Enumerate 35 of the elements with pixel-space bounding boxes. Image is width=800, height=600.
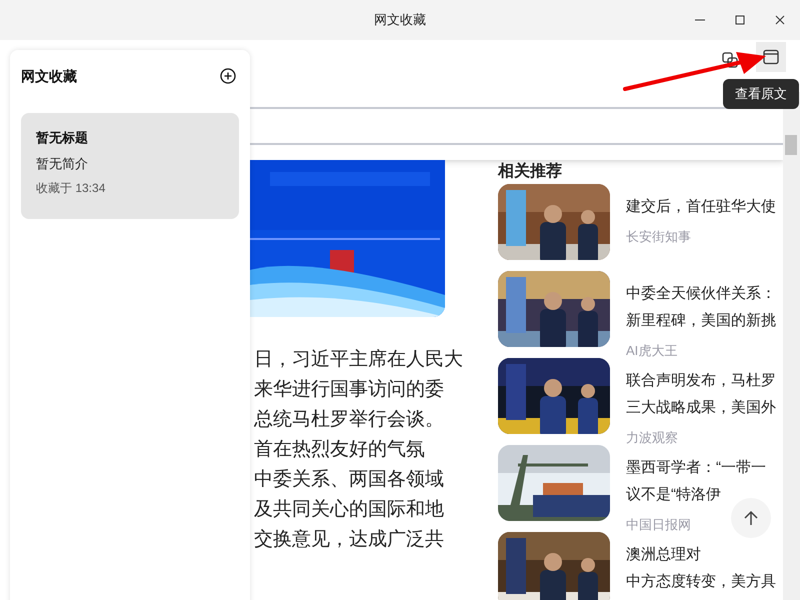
card-summary: 暂无简介 [36,154,89,172]
related-article-title[interactable]: 新里程碑，美国的新挑 [626,307,776,334]
related-article-title[interactable]: 中委全天候伙伴关系： [626,280,776,307]
sidebar-title: 网文收藏 [21,66,77,86]
related-article-title[interactable]: 三大战略成果，美国外 [626,394,776,421]
related-article-title[interactable]: 墨西哥学者：“一带一 [626,454,766,481]
article-source: 长安街知事 [626,228,691,246]
window-title: 网文收藏 [374,11,426,30]
article-text-line: 首在热烈友好的气氛 [254,438,426,462]
card-title: 暂无标题 [36,129,89,147]
scrollbar-thumb[interactable] [785,135,797,155]
article-text-line: 总统马杜罗举行会谈。 [254,408,445,432]
article-text-line: 交换意见，达成广泛共 [254,528,445,552]
article-text-line: 中委关系、两国各领域 [254,468,445,492]
scroll-to-top-button[interactable] [731,498,771,538]
up-arrow-icon [744,510,758,526]
card-time: 收藏于 13:34 [36,180,106,197]
article-text-line: 及共同关心的国际和地 [254,498,445,522]
related-article-title[interactable]: 澳洲总理对 [626,541,776,568]
article-text-line: 来华进行国事访问的委 [254,378,445,402]
section-heading: 相关推荐 [498,161,563,182]
article-source: 中国日报网 [626,516,691,534]
close-icon [775,15,785,25]
related-article-title[interactable]: 议不是“特洛伊 [626,481,766,508]
related-article-title[interactable]: 联合声明发布，马杜罗 [626,367,776,394]
related-article-title[interactable]: 建交后，首任驻华大使 [626,193,776,220]
browser-window-icon[interactable] [756,42,786,72]
tooltip: 查看原文 [723,79,799,109]
article-source: 力波观察 [626,429,678,447]
article-source: AI虎大王 [626,342,678,360]
add-icon[interactable] [220,68,236,84]
related-article-title[interactable]: 中方态度转变，美方具 [626,568,776,595]
saved-article-card[interactable]: 暂无标题 暂无简介 收藏于 13:34 [21,113,239,219]
maximize-icon [735,15,745,25]
article-text-line: 日，习近平主席在人民大 [254,348,464,372]
